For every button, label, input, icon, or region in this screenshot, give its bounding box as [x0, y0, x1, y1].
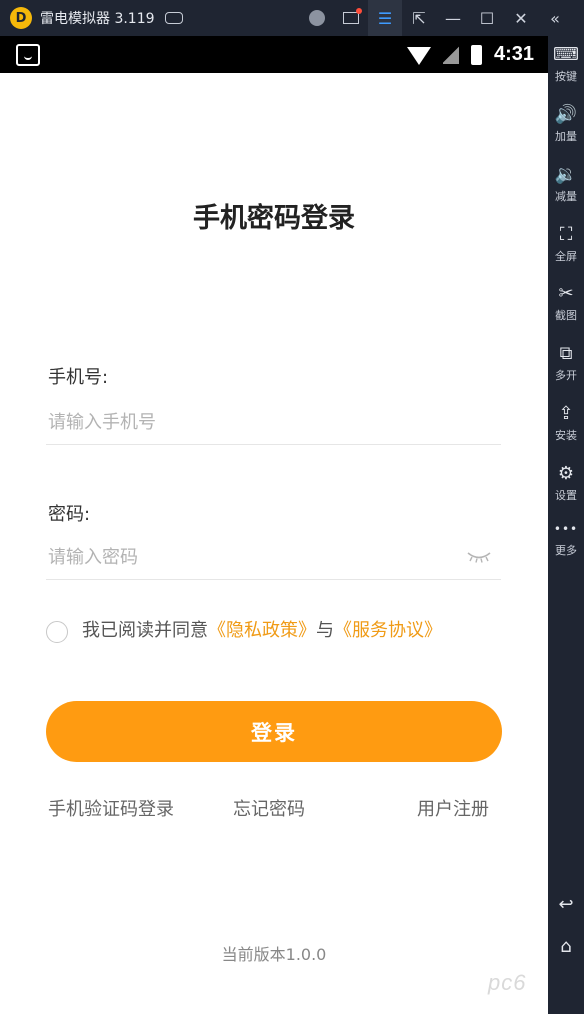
agreement-text: 我已阅读并同意《隐私政策》与《服务协议》	[82, 618, 492, 644]
service-agreement-link[interactable]: 《服务协议》	[334, 620, 442, 641]
keyboard-icon: ⌨	[553, 44, 579, 65]
sidebar-item-label: 设置	[555, 489, 577, 502]
emulator-window: D 雷电模拟器 3.119 ☰ ⇱ — ☐ ✕ « 4:31 手机密码登录 手机…	[0, 0, 584, 1014]
sidebar-item-label: 多开	[555, 369, 577, 382]
scissors-icon: ✂	[558, 283, 574, 304]
popout-icon[interactable]: ⇱	[402, 0, 436, 36]
android-statusbar: 4:31	[0, 36, 548, 73]
volume-down-icon: 🔉	[554, 164, 578, 185]
home-icon[interactable]: ⌂	[548, 928, 584, 964]
version-text: 当前版本1.0.0	[221, 945, 327, 964]
more-icon: •••	[553, 522, 579, 536]
mail-icon[interactable]	[334, 0, 368, 36]
signal-icon	[442, 45, 459, 64]
login-button[interactable]: 登录	[46, 701, 502, 762]
sidebar-item-multi-open[interactable]: ⧉ 多开	[548, 341, 584, 401]
sidebar-item-label: 按键	[555, 70, 577, 83]
gamepad-icon[interactable]	[164, 12, 183, 24]
agreement-and: 与	[316, 620, 334, 641]
emulator-titlebar: D 雷电模拟器 3.119 ☰ ⇱ — ☐ ✕ «	[0, 0, 584, 36]
collapse-icon[interactable]: «	[538, 0, 572, 36]
sidebar-item-volume-down[interactable]: 🔉 减量	[548, 162, 584, 222]
password-input[interactable]	[46, 536, 501, 580]
titlebar-controls: ☰ ⇱ — ☐ ✕ «	[300, 0, 572, 36]
close-icon[interactable]: ✕	[504, 0, 538, 36]
sidebar-item-label: 全屏	[555, 250, 577, 263]
sidebar-item-fullscreen[interactable]: ⛶ 全屏	[548, 222, 584, 282]
fullscreen-icon: ⛶	[559, 224, 573, 245]
sidebar-item-settings[interactable]: ⚙ 设置	[548, 461, 584, 521]
privacy-policy-link[interactable]: 《隐私政策》	[208, 620, 316, 641]
eye-closed-icon[interactable]	[466, 550, 492, 564]
sidebar-item-label: 安装	[555, 429, 577, 442]
emulator-sidebar: ⌨ 按键 🔊 加量 🔉 减量 ⛶ 全屏 ✂ 截图 ⧉ 多开 ⇪ 安装 ⚙ 设置 …	[548, 36, 584, 1014]
status-time: 4:31	[493, 43, 534, 65]
sidebar-item-more[interactable]: ••• 更多	[548, 516, 584, 576]
sidebar-item-screenshot[interactable]: ✂ 截图	[548, 281, 584, 341]
forgot-password-link[interactable]: 忘记密码	[233, 795, 305, 821]
sidebar-item-label: 更多	[555, 544, 577, 557]
sidebar-item-label: 减量	[555, 190, 577, 203]
login-screen: 手机密码登录 手机号: 密码: 我已阅读并同意《隐私政策》与《服务协议》 登录 …	[0, 73, 548, 1014]
phone-input[interactable]	[46, 401, 501, 445]
apk-install-icon: ⇪	[558, 403, 574, 424]
agreement-prefix: 我已阅读并同意	[82, 620, 208, 641]
battery-icon	[470, 44, 482, 65]
register-link[interactable]: 用户注册	[417, 795, 489, 821]
notification-dot	[356, 8, 362, 14]
minimize-icon[interactable]: —	[436, 0, 470, 36]
sidebar-item-label: 截图	[555, 309, 577, 322]
multi-open-icon: ⧉	[559, 343, 573, 364]
phone-label: 手机号:	[48, 367, 109, 388]
statusbar-right: 4:31	[406, 36, 534, 73]
sidebar-item-install[interactable]: ⇪ 安装	[548, 401, 584, 461]
back-icon[interactable]: ↩	[548, 886, 584, 922]
sidebar-item-volume-up[interactable]: 🔊 加量	[548, 102, 584, 162]
gear-icon: ⚙	[557, 463, 575, 484]
menu-icon[interactable]: ☰	[368, 0, 402, 36]
user-icon[interactable]	[300, 0, 334, 36]
agree-checkbox[interactable]	[46, 621, 68, 643]
volume-up-icon: 🔊	[554, 104, 578, 125]
maximize-icon[interactable]: ☐	[470, 0, 504, 36]
wifi-icon	[406, 46, 431, 65]
emulator-logo-icon: D	[10, 7, 32, 29]
sidebar-item-keyboard[interactable]: ⌨ 按键	[548, 42, 584, 102]
emulator-title: 雷电模拟器 3.119	[40, 11, 155, 27]
sms-login-link[interactable]: 手机验证码登录	[48, 795, 174, 821]
app-notification-icon	[16, 43, 40, 66]
sidebar-item-label: 加量	[555, 130, 577, 143]
watermark-logo: pc6	[488, 970, 527, 995]
password-label: 密码:	[48, 504, 91, 525]
page-title: 手机密码登录	[193, 203, 355, 234]
